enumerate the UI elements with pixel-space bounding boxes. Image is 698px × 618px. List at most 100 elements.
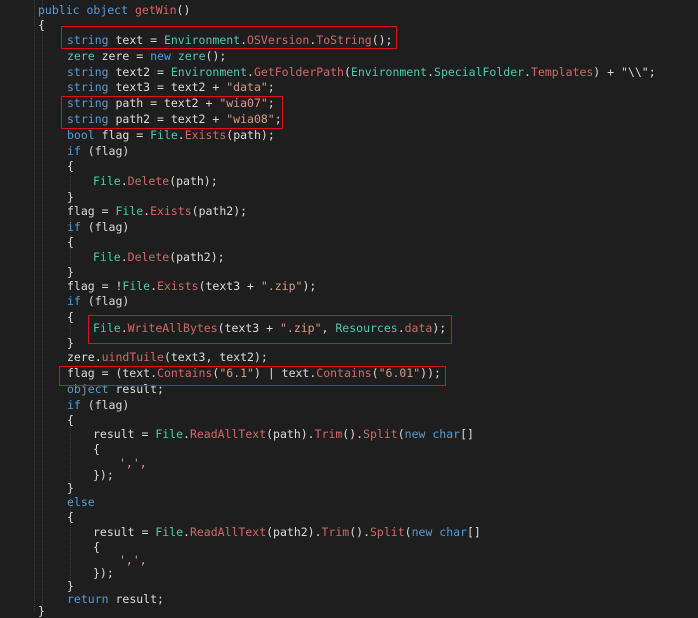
code-line[interactable]: public object getWin() [38,3,698,17]
code-line[interactable]: if (flag) [67,398,698,412]
code-line[interactable]: { [67,159,698,173]
code-token: . [150,279,158,293]
code-line[interactable]: zere.uindTuile(text3, text2); [67,350,698,364]
code-token: Trim [314,427,343,441]
code-token: . [397,321,405,335]
code-line[interactable]: if (flag) [67,294,698,308]
code-line[interactable]: flag = File.Exists(path2); [67,204,698,218]
code-token: File [155,525,184,539]
code-line[interactable]: { [93,442,698,456]
code-line[interactable]: string text3 = text2 + "data"; [67,80,698,94]
code-token: ) | text. [253,366,317,380]
code-line[interactable]: zere zere = new zere(); [67,49,698,63]
code-line[interactable]: }); [93,566,698,580]
code-token: , [321,321,336,335]
code-line[interactable]: { [67,413,698,427]
code-token: (flag) [80,220,130,234]
code-token: ReadAllText [189,525,267,539]
code-token: Delete [127,174,170,188]
code-token: result = [93,427,156,441]
code-line[interactable]: } [67,265,698,279]
code-line[interactable]: { [67,235,698,249]
code-line[interactable]: else [67,495,698,509]
code-token: (); [371,33,393,47]
code-token: { [67,510,74,524]
code-token: path = text2 + [108,96,220,110]
code-token: ; [648,65,656,79]
code-token: path2 = text2 + [108,112,227,126]
code-token: Environment [170,65,248,79]
code-token: WriteAllBytes [127,321,218,335]
code-token: (). [349,525,370,539]
code-line[interactable]: } [67,579,698,593]
code-line[interactable]: } [38,604,698,618]
code-line[interactable]: } [67,190,698,204]
code-token: ); [302,279,317,293]
code-token: Resources [335,321,398,335]
code-line[interactable]: string text2 = Environment.GetFolderPath… [67,65,698,79]
code-line[interactable]: File.Delete(path2); [93,250,698,264]
code-token: getWin [134,3,177,17]
code-token: { [67,235,74,249]
code-token: "\\" [621,65,649,79]
code-token: (flag) [80,144,130,158]
code-token: zere [177,49,206,63]
code-token: }); [93,566,114,580]
indent-guide-1 [42,0,43,611]
code-token: flag = (text. [67,366,158,380]
code-line[interactable]: string text = Environment.OSVersion.ToSt… [67,33,698,47]
code-line[interactable]: if (flag) [67,220,698,234]
code-token: ( [371,366,379,380]
code-line[interactable]: }); [93,468,698,482]
code-token: (path). [266,427,315,441]
code-token: Exists [157,279,199,293]
code-token: string [67,65,109,79]
code-line[interactable]: } [67,481,698,495]
code-line[interactable]: string path = text2 + "wia07"; [67,96,698,110]
code-token: Environment [163,33,241,47]
code-token: File [93,250,121,264]
code-token: . [120,321,128,335]
code-token: flag = [67,204,116,218]
code-line[interactable]: } [67,336,698,350]
code-line[interactable]: object result; [67,382,698,396]
code-token: { [67,310,74,324]
code-token: if [67,220,81,234]
code-line[interactable]: { [93,540,698,554]
code-line[interactable]: string path2 = text2 + "wia08"; [67,112,698,126]
code-line[interactable]: ',', [119,553,698,567]
code-token: (path2). [266,525,322,539]
code-token: Contains [316,366,372,380]
code-token: bool [67,128,95,142]
code-token: flag = ! [67,279,123,293]
code-line[interactable]: flag = !File.Exists(text3 + ".zip"); [67,279,698,293]
code-line[interactable]: result = File.ReadAllText(path).Trim().S… [93,427,698,441]
code-token: GetFolderPath [253,65,344,79]
code-line[interactable]: File.WriteAllBytes(text3 + ".zip", Resou… [93,321,698,335]
code-token: } [67,336,74,350]
code-token: } [67,579,74,593]
code-token: object [67,382,109,396]
code-token: string [67,112,109,126]
code-token: ( [343,65,351,79]
code-token: . [183,427,190,441]
code-token: . [120,250,128,264]
code-line[interactable]: { [67,510,698,524]
code-token: File [122,279,151,293]
code-token: ".zip" [279,321,322,335]
code-token: } [38,604,45,618]
code-token: { [93,442,100,456]
code-line[interactable]: result = File.ReadAllText(path2).Trim().… [93,525,698,539]
code-token: "wia07" [219,96,268,110]
code-token: Split [363,427,398,441]
code-line[interactable]: { [38,18,698,32]
code-line[interactable]: flag = (text.Contains("6.1") | text.Cont… [67,366,698,380]
code-token: new [404,427,426,441]
code-token: }); [93,468,114,482]
code-line[interactable]: File.Delete(path); [93,174,698,188]
code-line[interactable]: bool flag = File.Exists(path); [67,128,698,142]
code-token: zere. [67,350,102,364]
code-token: ( [404,525,412,539]
code-line[interactable]: if (flag) [67,144,698,158]
